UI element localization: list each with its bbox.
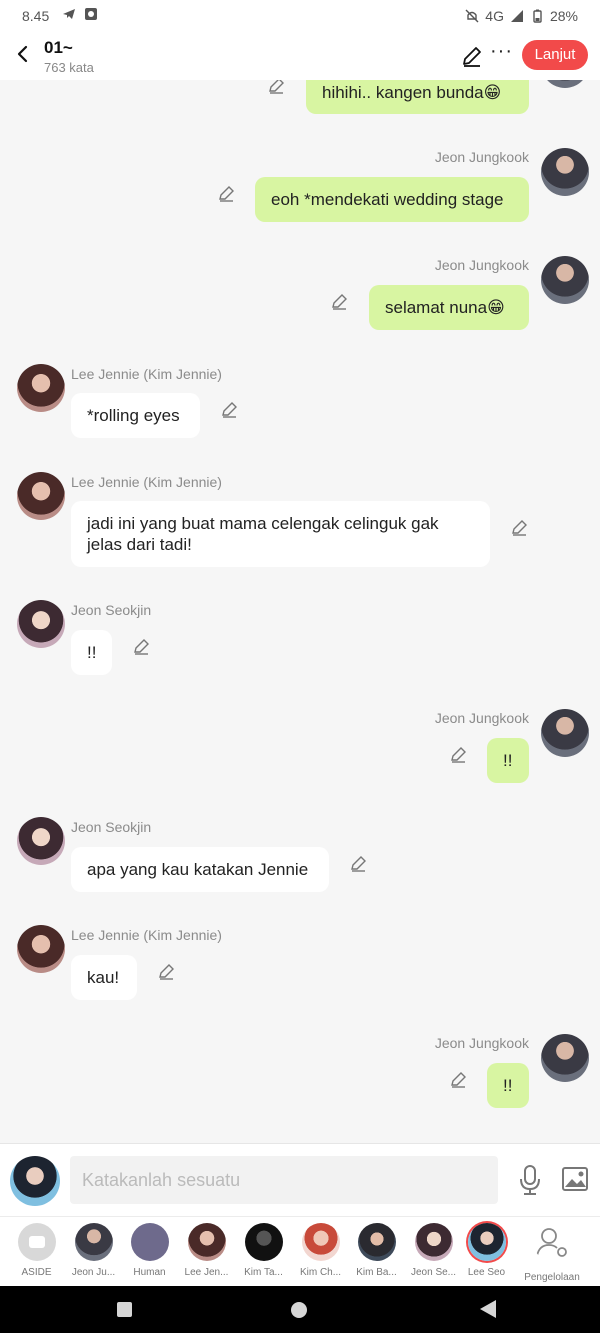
message-bubble[interactable]: hihihi.. kangen bunda😁	[306, 80, 529, 114]
battery-level: 28%	[549, 8, 578, 24]
character-label: Pengelolaan	[524, 1272, 580, 1283]
avatar-jeon-jungkook[interactable]	[541, 148, 589, 196]
aside-icon	[17, 1223, 56, 1261]
character-jeon-seokjin[interactable]: Jeon Se...	[405, 1223, 462, 1278]
avatar-jeon-seokjin[interactable]	[17, 817, 65, 865]
sender-name: Jeon Jungkook	[434, 149, 529, 165]
edit-message-icon[interactable]	[449, 746, 467, 764]
character-label: Jeon Ju...	[71, 1267, 116, 1278]
avatar-jeon-jungkook[interactable]	[541, 256, 589, 304]
character-lee-jennie[interactable]: Lee Jen...	[178, 1223, 235, 1278]
sender-name: Jeon Jungkook	[434, 1035, 529, 1051]
avatar-lee-jennie[interactable]	[17, 364, 65, 412]
back-arrow-icon[interactable]	[12, 42, 34, 66]
edit-message-icon[interactable]	[349, 855, 367, 873]
message-bubble[interactable]: !!	[71, 630, 112, 675]
character-kim-ch[interactable]: Kim Ch...	[292, 1223, 349, 1278]
app-notification-icon	[85, 8, 97, 20]
sender-name: Lee Jennie (Kim Jennie)	[71, 474, 222, 490]
character-avatar	[357, 1223, 396, 1261]
character-label: Kim Ch...	[299, 1267, 342, 1278]
battery-icon	[533, 9, 542, 23]
avatar-jeon-jungkook[interactable]	[541, 80, 589, 88]
avatar-jeon-jungkook[interactable]	[541, 1034, 589, 1082]
message-bubble[interactable]: jadi ini yang buat mama celengak celingu…	[71, 501, 490, 567]
sender-name: Jeon Jungkook	[434, 257, 529, 273]
image-icon[interactable]	[561, 1166, 589, 1192]
character-kim-ba[interactable]: Kim Ba...	[348, 1223, 405, 1278]
sender-name: Jeon Seokjin	[71, 819, 152, 835]
character-avatar	[244, 1223, 283, 1261]
edit-pen-icon[interactable]	[460, 44, 484, 68]
edit-message-icon[interactable]	[449, 1071, 467, 1089]
character-label: Kim Ba...	[356, 1267, 397, 1278]
notification-icons	[62, 7, 98, 21]
character-label: Human	[133, 1267, 166, 1278]
character-label: Lee Seo	[467, 1267, 506, 1278]
message-bubble[interactable]: !!	[487, 738, 529, 783]
avatar-jeon-seokjin[interactable]	[17, 600, 65, 648]
sender-name: Jeon Jungkook	[434, 710, 529, 726]
character-avatar	[187, 1223, 226, 1261]
recent-apps-icon[interactable]	[117, 1302, 132, 1317]
character-label: ASIDE	[21, 1267, 52, 1278]
avatar-lee-jennie[interactable]	[17, 472, 65, 520]
user-settings-icon	[536, 1228, 567, 1257]
page-title: 01~	[44, 38, 73, 57]
character-avatar	[130, 1223, 169, 1261]
character-jeon-jungkook[interactable]: Jeon Ju...	[65, 1223, 122, 1278]
mute-icon	[465, 9, 479, 23]
avatar-jeon-jungkook[interactable]	[541, 709, 589, 757]
edit-message-icon[interactable]	[220, 401, 238, 419]
current-character-avatar[interactable]	[10, 1156, 60, 1206]
character-aside[interactable]: ASIDE	[8, 1223, 65, 1278]
manage-characters-button[interactable]: Pengelolaan	[518, 1223, 586, 1283]
edit-message-icon[interactable]	[157, 963, 175, 981]
character-human[interactable]: Human	[121, 1223, 178, 1278]
edit-message-icon[interactable]	[217, 185, 235, 203]
character-label: Kim Ta...	[244, 1267, 283, 1278]
next-button[interactable]: Lanjut	[522, 40, 588, 70]
character-avatar	[74, 1223, 113, 1261]
character-label: Lee Jen...	[184, 1267, 229, 1278]
character-label: Jeon Se...	[410, 1267, 457, 1278]
sender-name: Jeon Seokjin	[71, 602, 152, 618]
microphone-icon[interactable]	[518, 1164, 542, 1196]
edit-message-icon[interactable]	[267, 80, 285, 95]
message-bubble[interactable]: apa yang kau katakan Jennie	[71, 847, 329, 892]
back-icon[interactable]	[480, 1300, 496, 1318]
character-avatar	[467, 1223, 506, 1261]
signal-icon	[510, 10, 523, 22]
sender-name: Lee Jennie (Kim Jennie)	[71, 366, 222, 382]
message-bubble[interactable]: eoh *mendekati wedding stage	[255, 177, 529, 222]
edit-message-icon[interactable]	[510, 519, 528, 537]
status-bar: 8.45 4G 28%	[0, 0, 600, 32]
sender-name: Lee Jennie (Kim Jennie)	[71, 927, 222, 943]
network-type: 4G	[485, 8, 504, 24]
word-count: 763 kata	[44, 60, 94, 75]
message-input[interactable]: Katakanlah sesuatu	[70, 1156, 498, 1204]
message-bubble[interactable]: selamat nuna😁	[369, 285, 529, 330]
character-kim-ta[interactable]: Kim Ta...	[235, 1223, 292, 1278]
character-lee-seo[interactable]: Lee Seo	[458, 1223, 515, 1278]
avatar-lee-jennie[interactable]	[17, 925, 65, 973]
message-bubble[interactable]: !!	[487, 1063, 529, 1108]
more-options-icon[interactable]: ···	[490, 40, 513, 63]
input-bar: Katakanlah sesuatu	[0, 1143, 600, 1216]
status-time: 8.45	[22, 8, 50, 24]
character-avatar	[414, 1223, 453, 1261]
character-avatar	[301, 1223, 340, 1261]
home-icon[interactable]	[291, 1302, 307, 1318]
status-right: 4G 28%	[465, 8, 578, 24]
telegram-icon	[63, 9, 75, 19]
message-bubble[interactable]: *rolling eyes	[71, 393, 200, 438]
message-bubble[interactable]: kau!	[71, 955, 137, 1000]
system-navigation-bar	[0, 1286, 600, 1333]
header: 01~ 763 kata ··· Lanjut	[0, 32, 600, 80]
character-bar: ASIDE Jeon Ju... Human Lee Jen... Kim Ta…	[0, 1216, 600, 1287]
chat-area[interactable]: hihihi.. kangen bunda😁 Jeon Jungkook eoh…	[0, 80, 600, 1142]
edit-message-icon[interactable]	[132, 638, 150, 656]
edit-message-icon[interactable]	[330, 293, 348, 311]
